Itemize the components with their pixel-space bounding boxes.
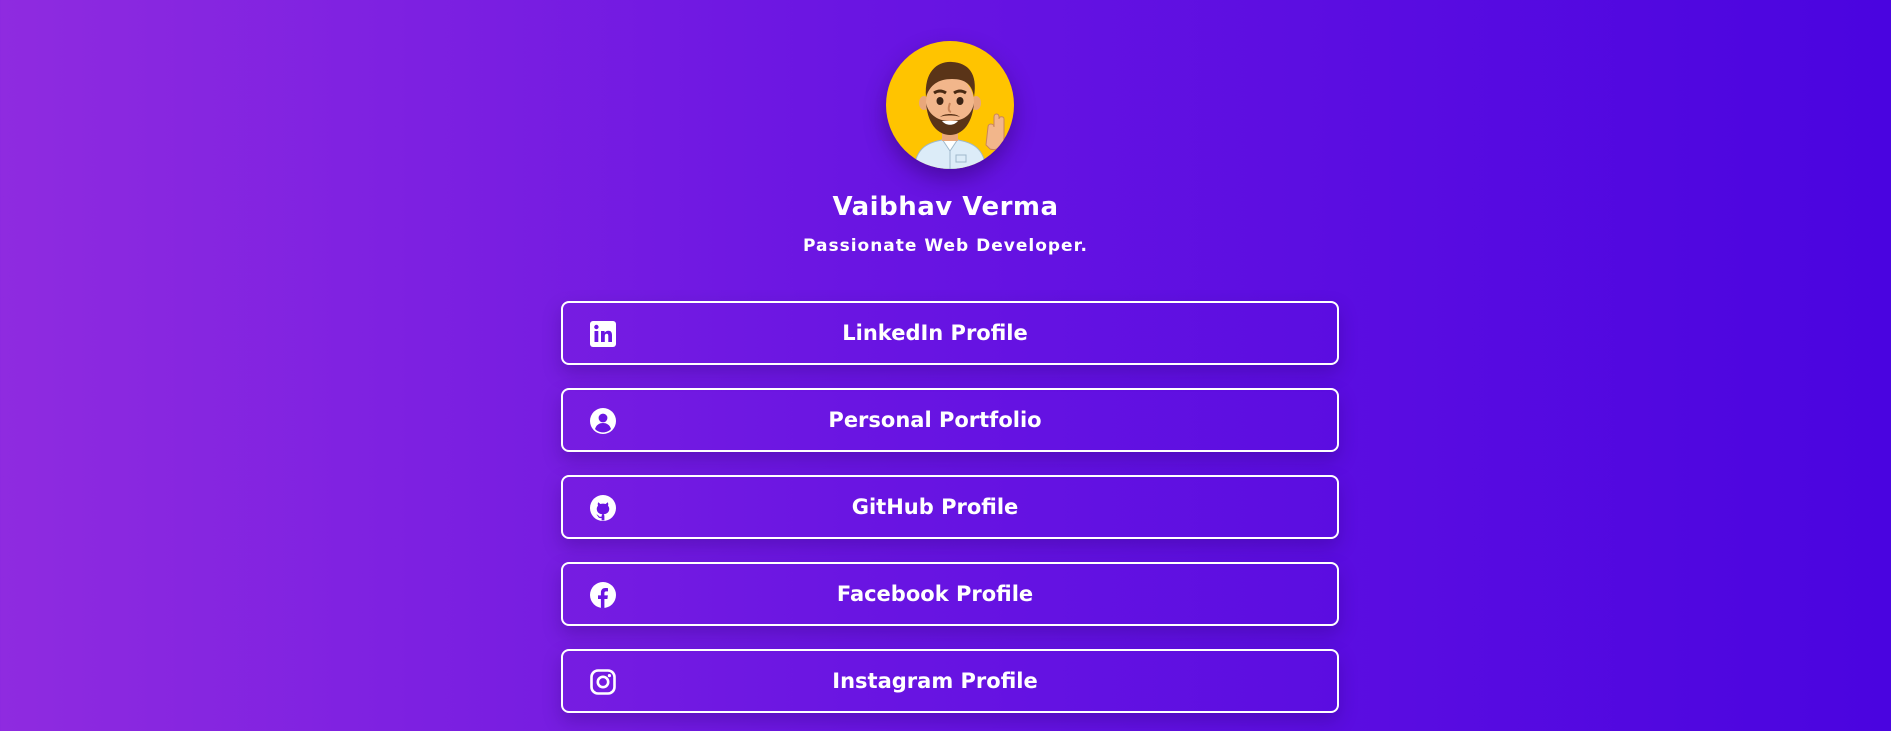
link-label: Instagram Profile: [832, 669, 1038, 693]
link-label: LinkedIn Profile: [842, 321, 1028, 345]
avatar: [886, 41, 1014, 169]
profile-name: Vaibhav Verma: [832, 192, 1059, 222]
linkedin-profile-button[interactable]: LinkedIn Profile: [561, 301, 1339, 365]
avatar-illustration: [913, 61, 1005, 169]
personal-portfolio-button[interactable]: Personal Portfolio: [561, 388, 1339, 452]
profile-tagline: Passionate Web Developer.: [802, 236, 1088, 256]
instagram-profile-button[interactable]: Instagram Profile: [561, 649, 1339, 713]
link-label: GitHub Profile: [851, 495, 1019, 519]
link-label: Facebook Profile: [836, 582, 1034, 606]
link-list: LinkedIn Profile Personal Portfolio GitH…: [561, 301, 1339, 731]
github-profile-button[interactable]: GitHub Profile: [561, 475, 1339, 539]
link-label: Personal Portfolio: [828, 408, 1042, 432]
facebook-profile-button[interactable]: Facebook Profile: [561, 562, 1339, 626]
